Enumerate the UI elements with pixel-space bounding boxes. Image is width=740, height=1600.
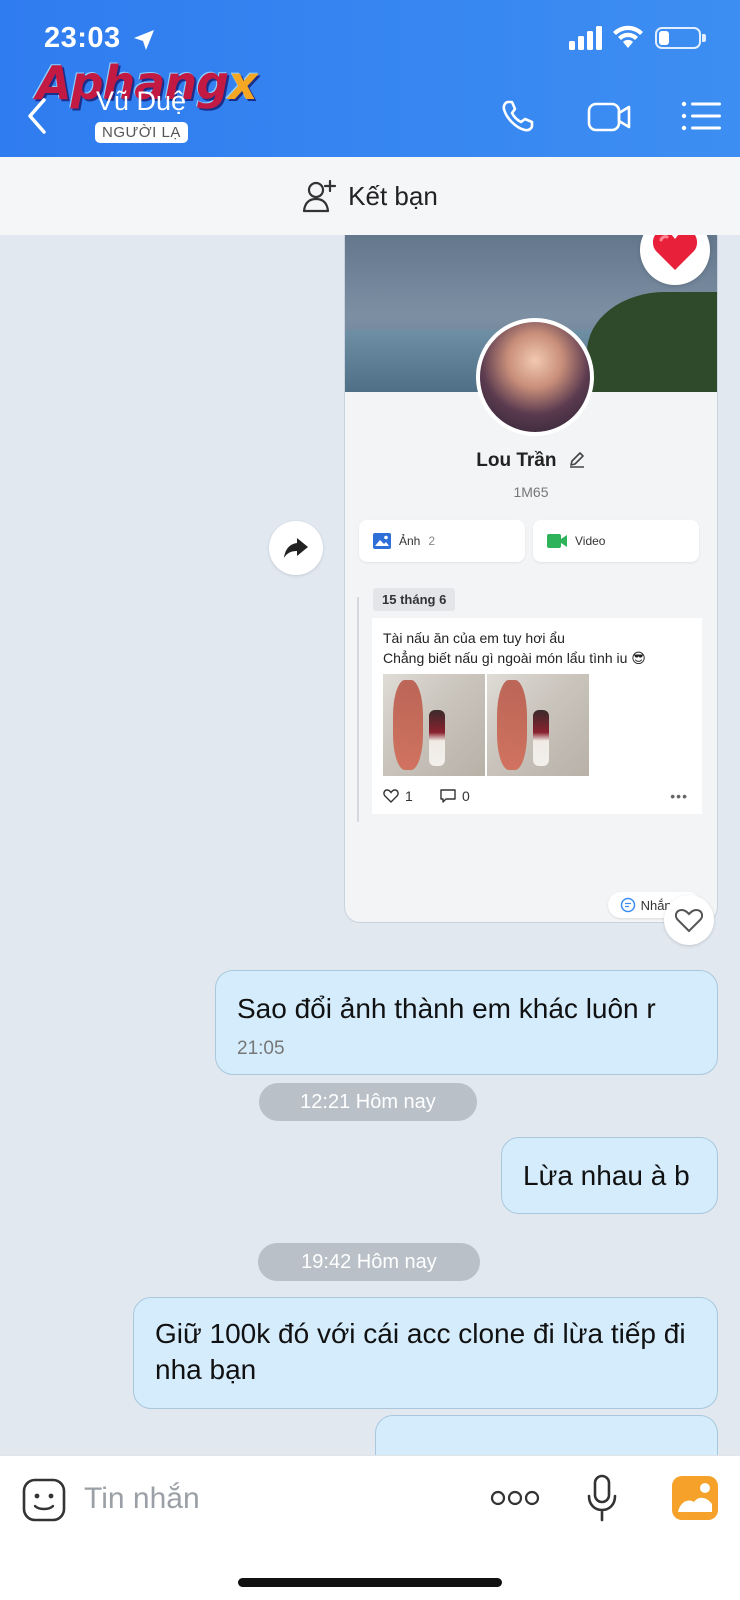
message-bubble-partial[interactable] [375,1415,718,1455]
timeline-post: Tài nấu ăn của em tuy hơi ẩu Chẳng biết … [372,618,702,814]
add-friend-bar[interactable]: Kết bạn [0,157,740,235]
chat-bubble-icon [620,897,635,913]
more-dots-icon: ••• [670,788,688,804]
status-time: 23:03 [44,22,121,54]
message-time: 21:05 [237,1038,285,1059]
post-likes: 1 [383,788,413,804]
back-icon[interactable] [24,96,52,136]
post-text-line-2: Chẳng biết nấu gì ngoài món lẩu tình iu … [383,650,646,666]
shared-profile-image[interactable]: Lou Trần 1M65 Ảnh 2 Video 15 tháng 6 Tài… [344,235,718,923]
post-text-line-1: Tài nấu ăn của em tuy hơi ẩu [383,630,565,646]
heart-outline-icon [383,789,399,803]
home-indicator [238,1578,502,1587]
sticker-icon[interactable] [22,1478,66,1522]
edit-pencil-icon [569,452,584,468]
message-text: Lừa nhau à b [523,1160,690,1191]
video-call-icon[interactable] [586,96,632,136]
location-arrow-icon [134,30,154,50]
message-bubble[interactable]: Lừa nhau à b [501,1137,718,1214]
message-text: Giữ 100k đó với cái acc clone đi lừa tiế… [155,1318,686,1385]
videos-tab: Video [533,520,699,562]
time-separator: 19:42 Hôm nay [258,1243,480,1281]
message-bubble[interactable]: Giữ 100k đó với cái acc clone đi lừa tiế… [133,1297,718,1409]
message-input-bar [0,1455,740,1600]
chat-area[interactable]: Lou Trần 1M65 Ảnh 2 Video 15 tháng 6 Tài… [0,235,740,1455]
contact-name[interactable]: Vũ Duệ [96,86,186,117]
message-input[interactable] [84,1474,464,1524]
photos-tab-label: Ảnh [399,534,421,548]
image-icon [373,533,391,549]
add-friend-label: Kết bạn [348,180,438,211]
forward-arrow-icon [284,538,308,558]
more-options-icon[interactable] [490,1486,540,1510]
wifi-icon [613,25,643,48]
microphone-icon[interactable] [586,1474,618,1522]
post-comments: 0 [440,788,470,804]
videos-tab-label: Video [575,534,606,548]
post-photo [487,674,589,776]
post-photo [383,674,485,776]
menu-list-icon[interactable] [680,96,726,136]
message-text: Sao đổi ảnh thành em khác luôn r [237,993,656,1024]
red-heart-icon [652,235,698,270]
heart-outline-icon [675,908,703,932]
stranger-badge: NGƯỜI LẠ [95,122,188,143]
time-separator: 12:21 Hôm nay [259,1083,477,1121]
add-person-icon [303,179,337,213]
photos-count: 2 [428,534,436,548]
like-reaction-button[interactable] [664,895,714,945]
profile-name: Lou Trần [476,450,557,471]
phone-icon[interactable] [498,96,544,136]
comment-icon [440,789,456,803]
battery-icon [655,27,706,49]
timeline-date: 15 tháng 6 [373,588,456,611]
timeline-line [357,597,359,822]
photos-tab: Ảnh 2 [359,520,525,562]
cellular-signal-icon [569,26,602,50]
forward-share-button[interactable] [269,521,323,575]
message-bubble[interactable]: Sao đổi ảnh thành em khác luôn r 21:05 [215,970,718,1075]
profile-bio: 1M65 [513,484,549,500]
video-icon [547,534,567,548]
gallery-icon[interactable] [672,1476,718,1520]
chat-header: 23:03 Aphangx Vũ Duệ NGƯỜI LẠ [0,0,740,157]
profile-avatar [476,318,594,436]
